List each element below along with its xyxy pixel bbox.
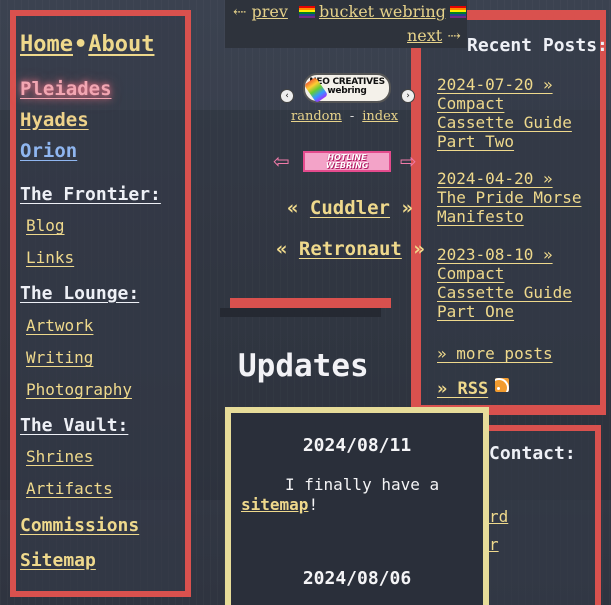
post-date: 2024-04-20 » — [437, 169, 553, 188]
sidebar-item-shrines[interactable]: Shrines — [26, 447, 93, 466]
contact-link[interactable]: rd — [489, 507, 508, 526]
next-link[interactable]: next — [407, 26, 442, 45]
neo-webring-links: random - index — [291, 109, 398, 124]
retronaut-next-button[interactable]: » — [413, 238, 424, 260]
sidebar: Home•About Pleiades Hyades Orion The Fro… — [10, 10, 191, 597]
hotline-webring-badge[interactable]: HOTLINE WEBRING — [303, 151, 391, 172]
pride-flag-icon — [449, 5, 466, 18]
decorative-red-bar — [230, 298, 391, 308]
neo-webring-prev-button[interactable]: ‹ — [280, 89, 294, 103]
arrow-left-icon: ⇠ — [233, 2, 247, 21]
rss-feed-icon[interactable] — [495, 378, 509, 392]
retronaut-prev-button[interactable]: « — [276, 238, 287, 260]
recent-post-link[interactable]: 2023-08-10 » Compact Cassette Guide Part… — [437, 245, 587, 321]
updates-title: Updates — [238, 348, 369, 384]
sidebar-item-hyades[interactable]: Hyades — [20, 109, 89, 131]
retronaut-webring: « Retronaut » — [276, 238, 425, 260]
post-date: 2024-07-20 » — [437, 75, 553, 94]
bucket-webring-prev[interactable]: ⇠ prev — [233, 2, 288, 21]
sidebar-item-commissions[interactable]: Commissions — [20, 515, 139, 536]
sidebar-item-photography[interactable]: Photography — [26, 380, 132, 399]
index-link[interactable]: index — [362, 109, 398, 124]
arrow-right-icon: ⇢ — [447, 26, 461, 45]
contact-title: Contact: — [489, 443, 576, 464]
update-text: I finally have a sitemap! — [241, 475, 477, 515]
bucket-webring-next[interactable]: next ⇢ — [407, 26, 461, 45]
sidebar-item-links[interactable]: Links — [26, 248, 74, 267]
retronaut-link[interactable]: Retronaut — [299, 238, 402, 260]
cuddler-link[interactable]: Cuddler — [310, 197, 390, 219]
cuddler-prev-button[interactable]: « — [287, 197, 298, 219]
sidebar-item-pleiades[interactable]: Pleiades — [20, 78, 112, 100]
cuddler-next-button[interactable]: » — [401, 197, 412, 219]
update-text-after: ! — [308, 495, 319, 514]
hotline-prev-button[interactable]: ⇦ — [273, 151, 290, 171]
pride-flag-icon — [299, 5, 315, 18]
neo-webring-next-button[interactable]: › — [401, 89, 415, 103]
sidebar-item-artifacts[interactable]: Artifacts — [26, 479, 113, 498]
update-date: 2024/08/11 — [302, 435, 412, 456]
update-date: 2024/08/06 — [302, 568, 412, 589]
sidebar-item-sitemap[interactable]: Sitemap — [20, 550, 96, 571]
sidebar-item-writing[interactable]: Writing — [26, 348, 93, 367]
contact-link[interactable]: r — [489, 535, 499, 554]
neo-creatives-webring-badge[interactable]: NEO CREATIVES webring — [303, 73, 391, 104]
home-link[interactable]: Home — [20, 32, 73, 57]
bucket-webring-link[interactable]: bucket webring — [319, 2, 446, 21]
hotline-next-button[interactable]: ⇨ — [400, 151, 417, 171]
recent-post-link[interactable]: 2024-04-20 » The Pride Morse Manifesto — [437, 169, 587, 226]
sidebar-item-orion[interactable]: Orion — [20, 140, 77, 162]
top-nav: Home•About — [20, 32, 154, 57]
sidebar-item-artwork[interactable]: Artwork — [26, 316, 93, 335]
recent-posts-title: Recent Posts: — [467, 35, 608, 56]
rss-link[interactable]: » RSS — [437, 379, 488, 399]
about-link[interactable]: About — [88, 32, 154, 57]
post-title: The Pride Morse Manifesto — [437, 188, 582, 226]
bucket-webring-title[interactable]: bucket webring — [299, 2, 466, 21]
sidebar-item-blog[interactable]: Blog — [26, 216, 65, 235]
link-separator: - — [349, 109, 355, 124]
frontier-heading: The Frontier: — [20, 184, 161, 205]
recent-post-link[interactable]: 2024-07-20 » Compact Cassette Guide Part… — [437, 75, 587, 151]
sitemap-link[interactable]: sitemap — [241, 495, 308, 514]
random-link[interactable]: random — [291, 109, 342, 124]
post-title: Compact Cassette Guide Part One — [437, 264, 572, 321]
lounge-heading: The Lounge: — [20, 283, 140, 304]
post-date: 2023-08-10 » — [437, 245, 553, 264]
vault-heading: The Vault: — [20, 415, 129, 436]
updates-panel[interactable]: 2024/08/11 I finally have a sitemap! 202… — [225, 407, 489, 605]
more-posts-link[interactable]: » more posts — [437, 344, 553, 363]
cuddler-webring: « Cuddler » — [287, 197, 413, 219]
nav-separator: • — [73, 32, 88, 57]
post-title: Compact Cassette Guide Part Two — [437, 94, 572, 151]
update-text-before: I finally have a — [285, 475, 440, 494]
decorative-dark-bar — [220, 308, 381, 317]
prev-link[interactable]: prev — [252, 2, 288, 21]
